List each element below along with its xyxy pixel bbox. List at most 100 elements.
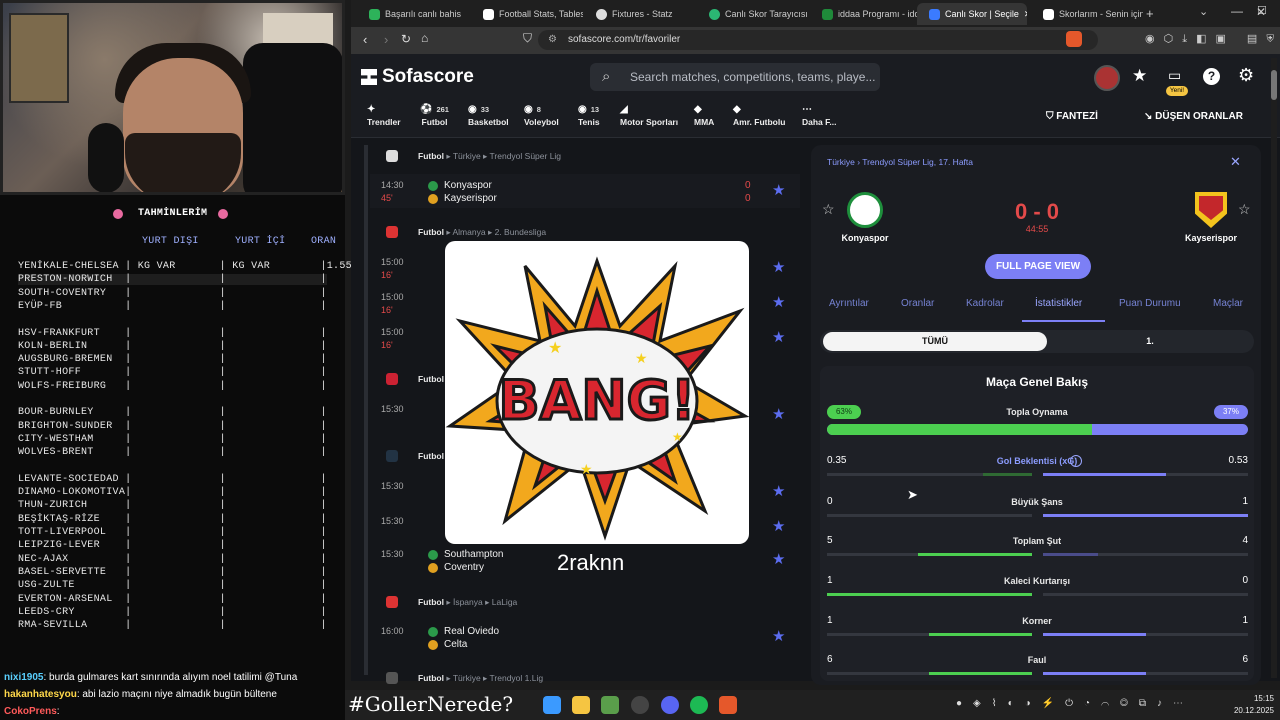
league-header[interactable]: Futbol ▸ Almanya ▸ 2. Bundesliga bbox=[418, 227, 546, 238]
tab-canli-skor-tarayici[interactable]: Canlı Skor Tarayıcısı ve bbox=[697, 3, 809, 25]
home-score: 0 bbox=[745, 180, 751, 191]
minimize-icon[interactable]: — bbox=[1231, 4, 1243, 18]
close-window-icon[interactable]: ✕ bbox=[1256, 5, 1266, 19]
tab-canli-skor-active[interactable]: Canlı Skor | Seçile✕ bbox=[917, 3, 1027, 25]
avatar[interactable] bbox=[1094, 65, 1120, 91]
period-all-button[interactable]: TÜMÜ bbox=[823, 332, 1047, 351]
league-icon bbox=[386, 226, 398, 238]
team-logo-icon bbox=[428, 194, 438, 204]
brave-icon[interactable] bbox=[719, 696, 737, 714]
favorite-star-icon[interactable]: ★ bbox=[772, 328, 785, 346]
obs-icon[interactable] bbox=[631, 696, 649, 714]
notepad-icon[interactable] bbox=[601, 696, 619, 714]
detail-tab-4[interactable]: Puan Durumu bbox=[1119, 298, 1181, 309]
sport-tab-0[interactable]: ✦ Trendler bbox=[367, 104, 401, 127]
team-logo-icon bbox=[428, 550, 438, 560]
bookmark-icon[interactable]: ⛉ bbox=[523, 31, 532, 46]
home-team-name[interactable]: Konyaspor bbox=[820, 233, 910, 243]
discord-icon[interactable] bbox=[661, 696, 679, 714]
clock-date[interactable]: 20.12.2025 bbox=[1214, 706, 1274, 715]
clock-time[interactable]: 15:15 bbox=[1224, 694, 1274, 703]
dusen-oranlar-link[interactable]: ↘ DÜŞEN ORANLAR bbox=[1144, 111, 1243, 122]
sport-tab-4[interactable]: ◉ 13 Tenis bbox=[578, 104, 600, 127]
league-header[interactable]: Futbol ▸ İspanya ▸ LaLiga bbox=[418, 597, 517, 608]
favorite-star-icon[interactable]: ★ bbox=[772, 517, 785, 535]
home-team: Southampton bbox=[444, 549, 504, 560]
fantezi-link[interactable]: ⛉ FANTEZİ bbox=[1046, 111, 1098, 122]
settings-gear-icon[interactable]: ⚙ bbox=[1238, 65, 1254, 86]
tab-iddaa[interactable]: iddaa Programı - idda bbox=[810, 3, 922, 25]
possession-label: Topla Oynama bbox=[1006, 407, 1068, 417]
team-logo-icon bbox=[428, 563, 438, 573]
favorite-star-icon[interactable]: ★ bbox=[772, 293, 785, 311]
extension-icons[interactable]: ◉⬡⤓◧▣ ▤⛨≡ bbox=[1145, 32, 1280, 46]
tab-fixtures[interactable]: Fixtures - Statz bbox=[584, 3, 696, 25]
league-header[interactable]: Futbol bbox=[418, 374, 444, 384]
detail-tab-0[interactable]: Ayrıntılar bbox=[829, 298, 869, 309]
league-header[interactable]: Futbol ▸ Türkiye ▸ Trendyol 1.Lig bbox=[418, 673, 543, 684]
sport-tab-7[interactable]: ◆ Amr. Futbolu bbox=[733, 104, 785, 127]
team-logo-icon bbox=[428, 181, 438, 191]
tab-skorlarim[interactable]: Skorlarım - Senin için bbox=[1031, 3, 1143, 25]
match-time: 15:00 bbox=[381, 292, 404, 302]
sport-tab-6[interactable]: ◆ MMA bbox=[694, 104, 714, 127]
close-panel-icon[interactable]: ✕ bbox=[1230, 154, 1241, 170]
league-icon bbox=[386, 373, 398, 385]
detail-tab-3[interactable]: İstatistikler bbox=[1035, 298, 1082, 309]
favorite-star-icon[interactable]: ★ bbox=[772, 550, 785, 568]
file-explorer-icon[interactable] bbox=[572, 696, 590, 714]
chat-user: nixi1905 bbox=[4, 672, 44, 683]
detail-tab-1[interactable]: Oranlar bbox=[901, 298, 934, 309]
prediction-row: EYÜP-FB | | | bbox=[18, 300, 327, 312]
search-input[interactable]: ⌕ Search matches, competitions, teams, p… bbox=[590, 63, 880, 91]
league-header[interactable]: Futbol ▸ Türkiye ▸ Trendyol Süper Lig bbox=[418, 151, 561, 162]
sport-tab-5[interactable]: ◢ Motor Sporları bbox=[620, 104, 678, 127]
favorite-star-icon[interactable]: ★ bbox=[772, 482, 785, 500]
tv-icon[interactable]: ▭ bbox=[1168, 67, 1181, 84]
favorite-star-icon[interactable]: ★ bbox=[772, 181, 785, 199]
sport-tab-8[interactable]: ⋯ Daha F... bbox=[802, 104, 836, 127]
league-icon bbox=[386, 596, 398, 608]
page-scrollbar[interactable] bbox=[1271, 58, 1277, 678]
list-scrollbar[interactable] bbox=[364, 145, 368, 675]
tab-football-stats[interactable]: Football Stats, Tables ( bbox=[471, 3, 583, 25]
favorite-away-star-icon[interactable]: ☆ bbox=[1238, 201, 1251, 218]
site-logo[interactable]: Sofascore bbox=[382, 66, 474, 88]
forward-icon[interactable]: › bbox=[384, 32, 388, 47]
predictions-panel: TAHMİNLERİM YURT DIŞI YURT İÇİ ORAN YENİ… bbox=[0, 195, 352, 670]
full-page-view-button[interactable]: FULL PAGE VIEW bbox=[985, 254, 1091, 279]
help-icon[interactable]: ? bbox=[1203, 68, 1220, 85]
detail-tab-2[interactable]: Kadrolar bbox=[966, 298, 1004, 309]
favorites-star-icon[interactable]: ★ bbox=[1132, 66, 1147, 86]
tab-basarili[interactable]: Başarılı canlı bahis bbox=[357, 3, 469, 25]
favorite-star-icon[interactable]: ★ bbox=[772, 405, 785, 423]
column-yurt-ici: YURT İÇİ bbox=[235, 236, 286, 247]
breadcrumb[interactable]: Türkiye › Trendyol Süper Lig, 17. Hafta bbox=[827, 157, 973, 167]
url-field[interactable]: ⚙ sofascore.com/tr/favoriler bbox=[538, 30, 1098, 50]
close-tab-icon[interactable]: ✕ bbox=[1024, 9, 1027, 20]
info-icon[interactable]: i bbox=[1070, 455, 1082, 467]
windows-start-icon[interactable] bbox=[543, 696, 561, 714]
sport-tab-3[interactable]: ◉ 8 Voleybol bbox=[524, 104, 559, 127]
home-icon[interactable]: ⌂ bbox=[421, 31, 428, 45]
microphone-icon bbox=[88, 123, 124, 192]
reload-icon[interactable]: ↻ bbox=[401, 32, 411, 46]
favorite-star-icon[interactable]: ★ bbox=[772, 627, 785, 645]
favorite-home-star-icon[interactable]: ☆ bbox=[822, 201, 835, 218]
possession-home-fill bbox=[827, 424, 1093, 435]
favorite-star-icon[interactable]: ★ bbox=[772, 258, 785, 276]
league-header[interactable]: Futbol bbox=[418, 451, 444, 461]
period-first-half-button[interactable]: 1. bbox=[1100, 336, 1200, 346]
back-icon[interactable]: ‹ bbox=[363, 32, 367, 47]
away-team-name[interactable]: Kayserispor bbox=[1166, 233, 1256, 243]
sport-tab-2[interactable]: ◉ 33 Basketbol bbox=[468, 104, 509, 127]
site-info-icon[interactable]: ⚙ bbox=[548, 30, 557, 50]
tab-search-icon[interactable]: ⌄ bbox=[1199, 5, 1208, 18]
tray-icons[interactable]: ●◈⌇◐◑⚡⏻◔⌒◎⧉♪⋯ bbox=[956, 698, 1194, 709]
new-tab-icon[interactable]: + bbox=[1146, 6, 1154, 21]
brave-shield-icon[interactable] bbox=[1066, 31, 1082, 47]
spotify-icon[interactable] bbox=[690, 696, 708, 714]
sport-icon: ◆ bbox=[733, 104, 741, 115]
sport-tab-1[interactable]: ⚽ 261 Futbol bbox=[420, 104, 449, 127]
detail-tab-5[interactable]: Maçlar bbox=[1213, 298, 1243, 309]
